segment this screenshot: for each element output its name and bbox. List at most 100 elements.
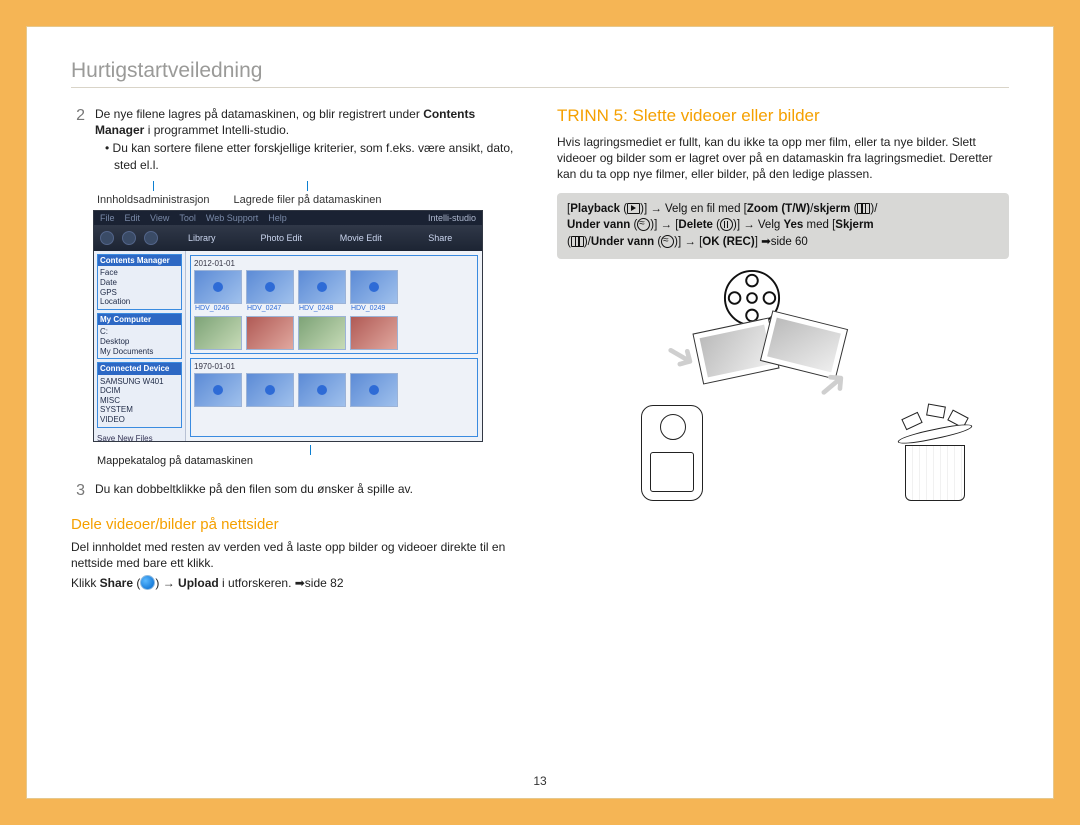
paper-scrap-icon	[901, 411, 922, 429]
video-thumb: HDV_0247	[246, 270, 294, 304]
menu-item: Tool	[179, 213, 196, 223]
tree-item: Face	[100, 268, 179, 278]
app-grid: 2012-01-01 HDV_0246 HDV_0247 HDV_0248 HD…	[186, 251, 482, 441]
right-column: TRINN 5: Slette videoer eller bilder Hvi…	[557, 106, 1009, 590]
tree-item: Location	[100, 297, 179, 307]
skjerm-label: skjerm	[813, 203, 850, 215]
step-3: 3 Du kan dobbeltklikke på den filen som …	[71, 481, 523, 500]
step-number: 2	[71, 106, 85, 173]
t: )] → Velg	[733, 219, 784, 231]
page-number: 13	[27, 774, 1053, 788]
txt: i utforskeren. ➡side 82	[219, 576, 344, 590]
underwater-icon	[637, 218, 650, 231]
thumb-row: HDV_0246 HDV_0247 HDV_0248 HDV_0249	[194, 270, 474, 304]
toolbar-icon	[100, 231, 114, 245]
video-thumb: HDV_0246	[194, 270, 242, 304]
zoom-label: Zoom (T/W)	[747, 203, 810, 215]
t: (	[654, 236, 661, 248]
tree-item: SAMSUNG W401	[100, 377, 179, 387]
tree-item: My Documents	[100, 347, 179, 357]
tree-item: DCIM	[100, 386, 179, 396]
share-label: Share	[100, 576, 133, 590]
grid-date: 1970-01-01	[194, 362, 474, 371]
app-body: Contents Manager Face Date GPS Location …	[94, 251, 482, 441]
menu-item: File	[100, 213, 115, 223]
delete-steps-box: [Playback ()] → Velg en fil med [Zoom (T…	[557, 193, 1009, 259]
video-thumb	[194, 373, 242, 407]
photo-thumb	[194, 316, 242, 350]
screen-icon	[571, 236, 584, 247]
underwater-icon	[661, 235, 674, 248]
step2-bullet: Du kan sortere filene etter forskjellige…	[105, 140, 523, 172]
step5-heading: TRINN 5: Slette videoer eller bilder	[557, 106, 1009, 126]
delete-label: Delete	[678, 219, 713, 231]
toolbar-icon	[144, 231, 158, 245]
tree-item: VIDEO	[100, 415, 179, 425]
step-number: 3	[71, 481, 85, 500]
screen-icon	[857, 203, 870, 214]
ok-rec-label: OK (REC)	[702, 236, 754, 248]
undervann-label: Under vann	[567, 219, 630, 231]
playback-label: Playback	[570, 203, 620, 215]
play-icon	[317, 282, 327, 292]
share-globe-icon	[140, 575, 155, 590]
thumb-label: HDV_0246	[195, 305, 229, 312]
menu-item: Web Support	[206, 213, 258, 223]
intelli-studio-screenshot: File Edit View Tool Web Support Help Int…	[93, 210, 483, 442]
page-title: Hurtigstartveiledning	[71, 59, 1009, 88]
video-thumb	[246, 373, 294, 407]
play-icon	[213, 282, 223, 292]
callout-saved-files: Lagrede filer på datamaskinen	[234, 181, 382, 206]
photo-thumb	[298, 316, 346, 350]
t: )] → Velg en fil med [	[640, 203, 747, 215]
thumb-label: HDV_0247	[247, 305, 281, 312]
t: )] → [	[674, 236, 702, 248]
menu-item: Help	[268, 213, 287, 223]
video-thumb: HDV_0249	[350, 270, 398, 304]
playback-icon	[627, 203, 640, 214]
tree-connected-device: Connected Device SAMSUNG W401 DCIM MISC …	[97, 362, 182, 428]
app-toolbar: Library Photo Edit Movie Edit Share	[94, 225, 482, 251]
thumb-label: HDV_0249	[351, 305, 385, 312]
tree-item: MISC	[100, 396, 179, 406]
undervann-label: Under vann	[591, 236, 654, 248]
txt: (	[133, 576, 140, 590]
upload-label: Upload	[178, 576, 219, 590]
t: )/	[584, 236, 591, 248]
step2-text-a: De nye filene lagres på datamaskinen, og…	[95, 107, 423, 121]
grid-date: 2012-01-01	[194, 259, 474, 268]
tree-item: Desktop	[100, 337, 179, 347]
tree-item: GPS	[100, 288, 179, 298]
txt: ) →	[155, 576, 178, 590]
bin-body	[905, 445, 965, 501]
t: (	[630, 219, 637, 231]
app-tree: Contents Manager Face Date GPS Location …	[94, 251, 186, 441]
play-icon	[265, 385, 275, 395]
tree-head: Connected Device	[98, 363, 181, 375]
t: (	[620, 203, 627, 215]
toolbar-icon	[122, 231, 136, 245]
left-column: 2 De nye filene lagres på datamaskinen, …	[71, 106, 523, 590]
toolbar-tab: Share	[405, 233, 477, 243]
play-icon	[369, 282, 379, 292]
play-icon	[213, 385, 223, 395]
video-thumb	[298, 373, 346, 407]
step-body: Du kan dobbeltklikke på den filen som du…	[95, 481, 523, 500]
toolbar-tab: Library	[166, 233, 238, 243]
tree-my-computer: My Computer C: Desktop My Documents	[97, 313, 182, 359]
two-column-layout: 2 De nye filene lagres på datamaskinen, …	[71, 106, 1009, 590]
toolbar-tab: Photo Edit	[246, 233, 318, 243]
share-body: Del innholdet med resten av verden ved å…	[71, 539, 523, 571]
t: ] ➡side 60	[755, 236, 808, 248]
txt: Klikk	[71, 576, 100, 590]
toolbar-tab: Movie Edit	[325, 233, 397, 243]
photo-thumb	[246, 316, 294, 350]
play-icon	[317, 385, 327, 395]
camcorder-icon	[641, 405, 703, 501]
tree-item: Date	[100, 278, 179, 288]
t: )] → [	[650, 219, 678, 231]
t: med [	[803, 219, 835, 231]
step-body: De nye filene lagres på datamaskinen, og…	[95, 106, 523, 173]
tree-contents-manager: Contents Manager Face Date GPS Location	[97, 254, 182, 310]
t: (	[713, 219, 720, 231]
